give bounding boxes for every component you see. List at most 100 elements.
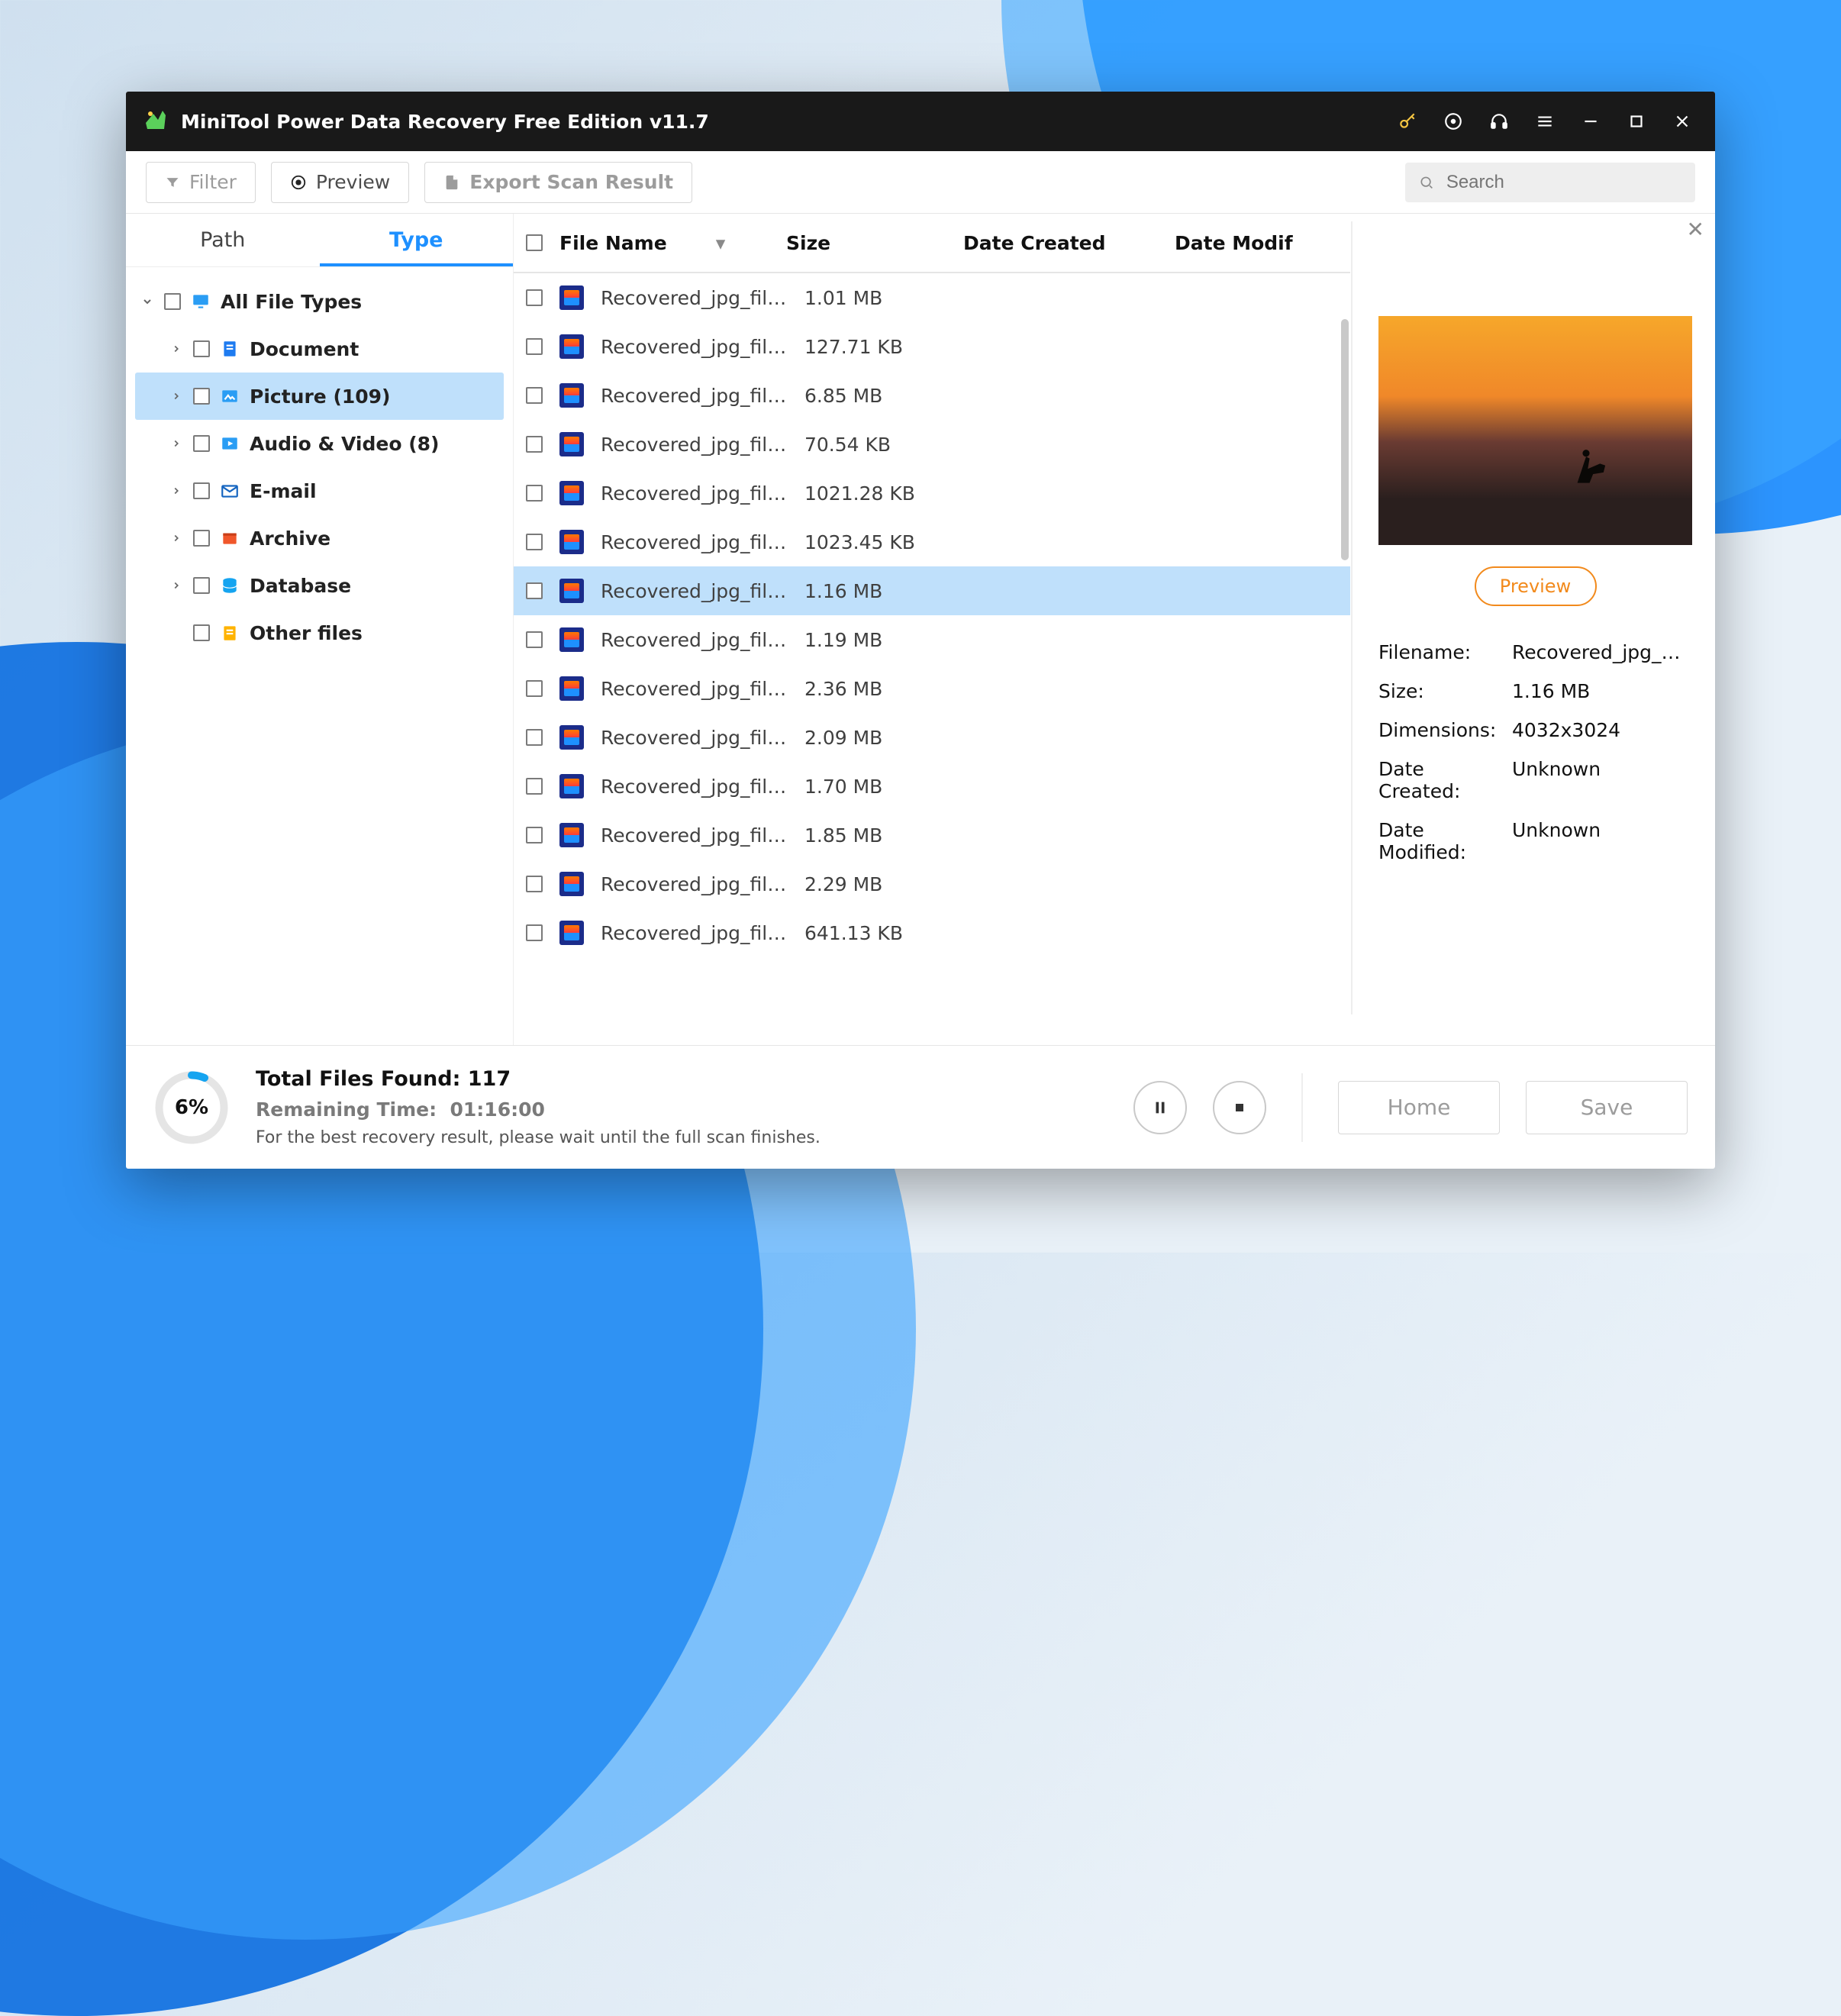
close-preview-button[interactable]: ✕ bbox=[1687, 217, 1704, 242]
window-maximize-button[interactable] bbox=[1620, 105, 1652, 137]
checkbox[interactable] bbox=[526, 387, 543, 404]
column-header-filename[interactable]: File Name ▾ bbox=[559, 232, 769, 254]
tree-item-label: Picture (109) bbox=[250, 385, 391, 408]
checkbox[interactable] bbox=[526, 876, 543, 892]
column-header-date-created[interactable]: Date Created bbox=[963, 232, 1158, 254]
file-row[interactable]: Recovered_jpg_fil…127.71 KB bbox=[514, 322, 1350, 371]
pause-scan-button[interactable] bbox=[1133, 1081, 1187, 1134]
license-key-icon[interactable] bbox=[1391, 105, 1423, 137]
file-size: 1.16 MB bbox=[804, 580, 965, 602]
column-header-size[interactable]: Size bbox=[786, 232, 946, 254]
file-size: 1021.28 KB bbox=[804, 482, 965, 505]
window-close-button[interactable] bbox=[1666, 105, 1698, 137]
select-all-checkbox[interactable] bbox=[526, 234, 543, 251]
file-thumbnail-icon bbox=[559, 579, 584, 603]
app-window: MiniTool Power Data Recovery Free Editio… bbox=[126, 92, 1715, 1169]
file-row[interactable]: Recovered_jpg_fil…6.85 MB bbox=[514, 371, 1350, 420]
file-row[interactable]: Recovered_jpg_fil…1.85 MB bbox=[514, 811, 1350, 860]
search-box[interactable] bbox=[1405, 163, 1695, 202]
checkbox[interactable] bbox=[193, 340, 210, 357]
preview-button[interactable]: Preview bbox=[271, 162, 409, 203]
checkbox[interactable] bbox=[193, 388, 210, 405]
file-row[interactable]: Recovered_jpg_fil…1023.45 KB bbox=[514, 518, 1350, 566]
checkbox[interactable] bbox=[193, 482, 210, 499]
file-row[interactable]: Recovered_jpg_fil…641.13 KB bbox=[514, 908, 1350, 957]
video-icon bbox=[219, 433, 240, 454]
support-headphones-icon[interactable] bbox=[1483, 105, 1515, 137]
checkbox[interactable] bbox=[526, 436, 543, 453]
tree-item[interactable]: Archive bbox=[135, 514, 504, 562]
tree-item[interactable]: Database bbox=[135, 562, 504, 609]
checkbox[interactable] bbox=[193, 577, 210, 594]
checkbox[interactable] bbox=[526, 827, 543, 843]
checkbox[interactable] bbox=[526, 485, 543, 502]
disc-icon[interactable] bbox=[1437, 105, 1469, 137]
file-row[interactable]: Recovered_jpg_fil…70.54 KB bbox=[514, 420, 1350, 469]
checkbox[interactable] bbox=[526, 924, 543, 941]
meta-size-key: Size: bbox=[1378, 680, 1512, 702]
meta-dc-val: Unknown bbox=[1512, 758, 1692, 802]
window-minimize-button[interactable] bbox=[1575, 105, 1607, 137]
search-input[interactable] bbox=[1445, 171, 1681, 194]
open-preview-button[interactable]: Preview bbox=[1475, 566, 1597, 606]
file-name: Recovered_jpg_fil… bbox=[601, 922, 788, 944]
checkbox[interactable] bbox=[526, 729, 543, 746]
checkbox[interactable] bbox=[526, 338, 543, 355]
column-header-date-modified[interactable]: Date Modif bbox=[1175, 232, 1338, 254]
file-row[interactable]: Recovered_jpg_fil…2.36 MB bbox=[514, 664, 1350, 713]
preview-thumbnail bbox=[1378, 316, 1692, 545]
tree-item[interactable]: Document bbox=[135, 325, 504, 373]
file-list-pane: File Name ▾ Size Date Created Date Modif… bbox=[514, 214, 1350, 1045]
checkbox[interactable] bbox=[526, 289, 543, 306]
meta-dm-key: Date Modified: bbox=[1378, 819, 1512, 863]
checkbox[interactable] bbox=[193, 624, 210, 641]
home-button[interactable]: Home bbox=[1338, 1081, 1500, 1134]
vertical-scrollbar[interactable] bbox=[1341, 319, 1349, 560]
tab-type[interactable]: Type bbox=[320, 214, 514, 266]
file-row[interactable]: Recovered_jpg_fil…1.70 MB bbox=[514, 762, 1350, 811]
checkbox[interactable] bbox=[193, 435, 210, 452]
remaining-time-label: Remaining Time: bbox=[256, 1098, 437, 1121]
tab-path[interactable]: Path bbox=[126, 214, 320, 266]
file-row[interactable]: Recovered_jpg_fil…2.29 MB bbox=[514, 860, 1350, 908]
file-row[interactable]: Recovered_jpg_fil…1.19 MB bbox=[514, 615, 1350, 664]
tree-item[interactable]: Picture (109) bbox=[135, 373, 504, 420]
checkbox[interactable] bbox=[164, 293, 181, 310]
file-type-tree: All File Types Document Picture (109) Audi… bbox=[126, 267, 513, 667]
file-row[interactable]: Recovered_jpg_fil…1.16 MB bbox=[514, 566, 1350, 615]
email-icon bbox=[219, 480, 240, 502]
export-scan-result-button[interactable]: Export Scan Result bbox=[424, 162, 692, 203]
checkbox[interactable] bbox=[193, 530, 210, 547]
file-size: 1.85 MB bbox=[804, 824, 965, 847]
tree-item-label: Database bbox=[250, 575, 351, 597]
tree-item[interactable]: Other files bbox=[135, 609, 504, 656]
caret-right-icon bbox=[169, 389, 184, 404]
file-thumbnail-icon bbox=[559, 432, 584, 456]
tree-item-label: Document bbox=[250, 338, 359, 360]
file-row[interactable]: Recovered_jpg_fil…2.09 MB bbox=[514, 713, 1350, 762]
filter-button[interactable]: Filter bbox=[146, 162, 256, 203]
file-thumbnail-icon bbox=[559, 481, 584, 505]
tree-item[interactable]: Audio & Video (8) bbox=[135, 420, 504, 467]
checkbox[interactable] bbox=[526, 582, 543, 599]
stop-scan-button[interactable] bbox=[1213, 1081, 1266, 1134]
checkbox[interactable] bbox=[526, 534, 543, 550]
search-icon bbox=[1419, 174, 1434, 191]
tree-item[interactable]: E-mail bbox=[135, 467, 504, 514]
tree-root-all-file-types[interactable]: All File Types bbox=[135, 278, 504, 325]
tree-item-label: Archive bbox=[250, 527, 330, 550]
checkbox[interactable] bbox=[526, 778, 543, 795]
hamburger-menu-icon[interactable] bbox=[1529, 105, 1561, 137]
checkbox[interactable] bbox=[526, 680, 543, 697]
preview-panel: ✕ Preview Filename: Recovered_jpg_file(2… bbox=[1350, 214, 1715, 1045]
file-row[interactable]: Recovered_jpg_fil…1.01 MB bbox=[514, 273, 1350, 322]
export-label: Export Scan Result bbox=[469, 171, 673, 193]
file-row[interactable]: Recovered_jpg_fil…1021.28 KB bbox=[514, 469, 1350, 518]
caret-right-icon bbox=[169, 341, 184, 356]
file-size: 70.54 KB bbox=[804, 434, 965, 456]
caret-right-icon bbox=[169, 436, 184, 451]
file-thumbnail-icon bbox=[559, 823, 584, 847]
file-size: 1.19 MB bbox=[804, 629, 965, 651]
save-button[interactable]: Save bbox=[1526, 1081, 1688, 1134]
checkbox[interactable] bbox=[526, 631, 543, 648]
